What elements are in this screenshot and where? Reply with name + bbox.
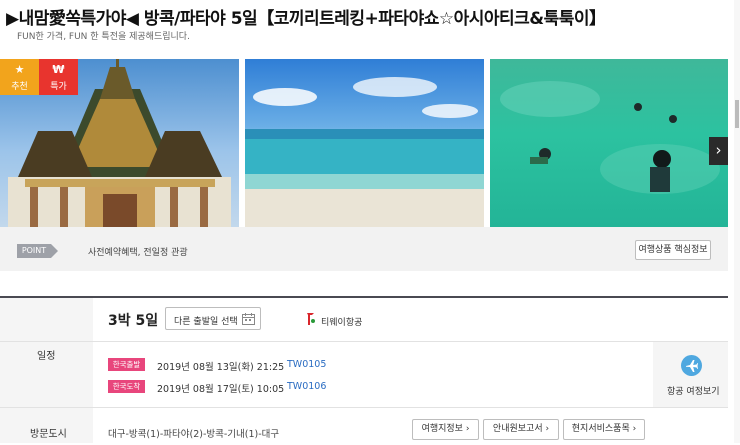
arrival-datetime: 2019년 08월 17일(토) 10:05 <box>157 384 285 395</box>
departure-tag: 한국출발 <box>108 358 145 371</box>
destination-info-button[interactable]: 여행지정보 › <box>412 419 479 440</box>
chevron-right-icon: › <box>715 141 722 159</box>
airplane-icon <box>681 355 702 376</box>
beach-photo[interactable] <box>245 59 484 227</box>
departure-flight-link[interactable]: TW0105 <box>287 359 326 370</box>
departure-datetime: 2019년 08월 13일(화) 21:25 <box>157 362 285 373</box>
itinerary-label: 일정 <box>37 351 56 362</box>
guide-report-button[interactable]: 안내원보고서 › <box>483 419 559 440</box>
snorkeling-photo[interactable] <box>490 59 728 227</box>
trip-duration: 3박 5일 <box>108 313 159 329</box>
flight-schedule-label: 항공 여정보기 <box>667 387 720 397</box>
won-icon: ₩ <box>52 63 65 76</box>
row-divider <box>0 407 728 408</box>
special-price-badge: ₩ 특가 <box>39 59 78 95</box>
recommend-badge: ★ 추천 <box>0 59 39 95</box>
calendar-icon <box>242 313 255 325</box>
row-divider <box>0 341 728 342</box>
page-scrollbar[interactable] <box>734 0 740 443</box>
other-departure-dates-label: 다른 출발일 선택 <box>174 317 238 327</box>
scrollbar-thumb[interactable] <box>735 100 739 128</box>
arrival-flight-link[interactable]: TW0106 <box>287 381 326 392</box>
info-label-column <box>0 298 93 443</box>
tway-airline-logo-icon <box>307 313 315 325</box>
special-price-badge-label: 특가 <box>50 82 67 92</box>
visit-cities-route: 대구-방콕(1)-파타야(2)-방콕-기내(1)-대구 <box>108 429 280 440</box>
product-key-info-button[interactable]: 여행상품 핵심정보 <box>635 240 711 260</box>
point-text: 사전예약혜택, 전일정 관광 <box>88 248 188 258</box>
arrival-tag: 한국도착 <box>108 380 145 393</box>
airline-name: 티웨이항공 <box>321 318 363 328</box>
visit-cities-label: 방문도시 <box>30 429 67 440</box>
recommend-badge-label: 추천 <box>11 82 28 92</box>
flight-schedule-button[interactable]: 항공 여정보기 <box>653 342 728 407</box>
other-departure-dates-button[interactable]: 다른 출발일 선택 <box>165 307 261 330</box>
gallery-next-button[interactable]: › <box>709 137 728 165</box>
point-tag: POINT <box>17 244 58 258</box>
star-icon: ★ <box>14 63 25 76</box>
page-subtitle: FUN한 가격, FUN 한 특전을 제공해드립니다. <box>17 32 190 42</box>
page-title: ▶내맘愛쏙특가야◀ 방콕/파타야 5일【코끼리트레킹+파타야쇼☆아시아티크&툭툭… <box>6 9 606 29</box>
local-service-items-button[interactable]: 현지서비스품목 › <box>563 419 645 440</box>
